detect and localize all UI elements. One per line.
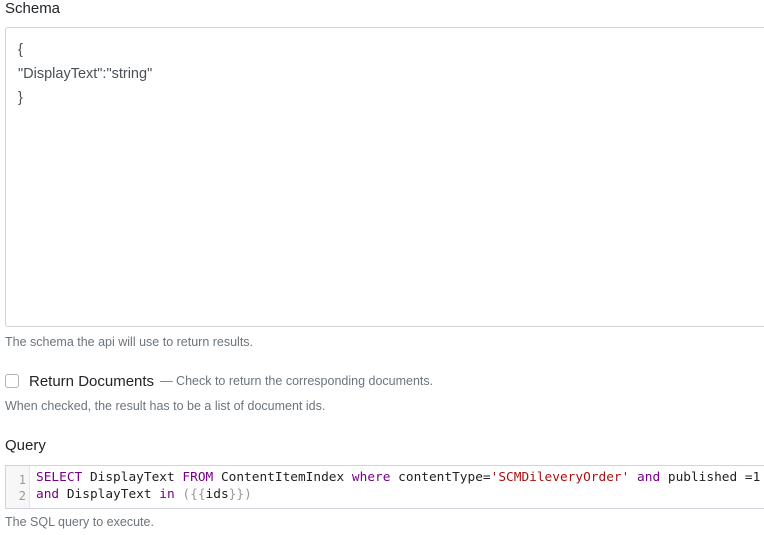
query-code-editor[interactable]: 1 2 SELECT DisplayText FROM ContentItemI…: [5, 465, 764, 509]
schema-textarea[interactable]: { "DisplayText":"string" }: [5, 27, 764, 327]
sql-bracket: }}): [228, 487, 252, 502]
sql-identifier: ids: [205, 487, 229, 502]
sql-keyword: and: [637, 470, 661, 485]
schema-help-text: The schema the api will use to return re…: [5, 335, 254, 349]
return-documents-hint: — Check to return the corresponding docu…: [160, 374, 434, 388]
sql-identifier: contentType=: [390, 470, 491, 485]
line-number: 2: [18, 489, 26, 503]
schema-label: Schema: [5, 0, 61, 17]
sql-bracket: ({{: [174, 487, 206, 502]
return-documents-label[interactable]: Return Documents: [29, 373, 154, 390]
return-documents-help-text: When checked, the result has to be a lis…: [5, 399, 326, 413]
return-documents-checkbox[interactable]: [5, 374, 19, 388]
query-code-line-2: and DisplayText in ({{ids}}): [36, 486, 252, 503]
sql-identifier: published =1: [660, 470, 761, 485]
sql-string: 'SCMDileveryOrder': [490, 470, 630, 485]
return-documents-row: Return Documents — Check to return the c…: [5, 371, 433, 391]
sql-space: [629, 470, 637, 485]
sql-identifier: DisplayText: [82, 470, 183, 485]
sql-keyword: in: [159, 487, 175, 502]
query-label: Query: [5, 437, 46, 454]
sql-identifier: DisplayText: [59, 487, 160, 502]
schema-textarea-value: { "DisplayText":"string" }: [18, 42, 153, 106]
sql-keyword: and: [36, 487, 60, 502]
sql-keyword: where: [351, 470, 391, 485]
query-code-line-1: SELECT DisplayText FROM ContentItemIndex…: [36, 469, 760, 486]
query-help-text: The SQL query to execute.: [5, 515, 154, 529]
line-number-gutter: 1 2: [6, 466, 30, 508]
sql-keyword: FROM: [182, 470, 214, 485]
sql-identifier: ContentItemIndex: [213, 470, 352, 485]
sql-keyword: SELECT: [36, 470, 83, 485]
line-number: 1: [18, 473, 26, 487]
